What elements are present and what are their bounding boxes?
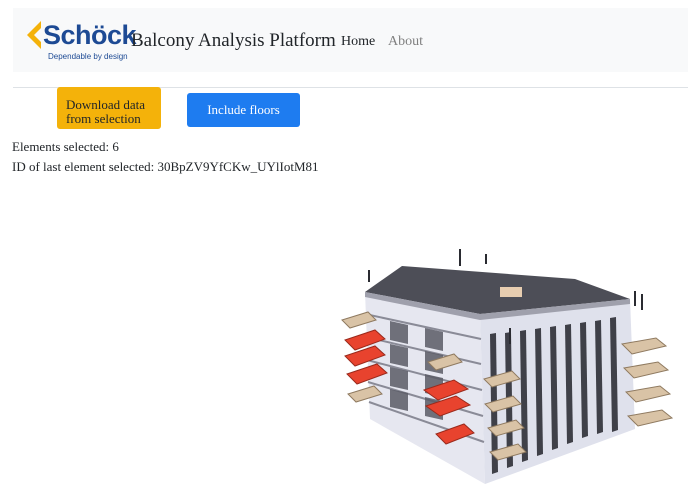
last-selected-element-id: ID of last element selected: 30BpZV9YfCK… xyxy=(12,159,319,174)
logo-tagline: Dependable by design xyxy=(48,52,128,61)
building-3d-viewer[interactable] xyxy=(330,244,675,496)
schock-logo[interactable]: Schöck Dependable by design xyxy=(27,18,137,62)
logo-wordmark: Schöck xyxy=(43,20,137,50)
download-selection-button[interactable]: Download data from selection xyxy=(57,87,161,129)
navbar: Schöck Dependable by design Balcony Anal… xyxy=(13,8,688,72)
nav-about-link[interactable]: About xyxy=(388,33,423,51)
nav-home-link[interactable]: Home xyxy=(341,33,375,51)
elements-selected-count: Elements selected: 6 xyxy=(12,139,119,154)
roof-hatch xyxy=(500,287,522,297)
include-floors-button[interactable]: Include floors xyxy=(187,93,300,127)
app-title[interactable]: Balcony Analysis Platform xyxy=(131,29,336,53)
